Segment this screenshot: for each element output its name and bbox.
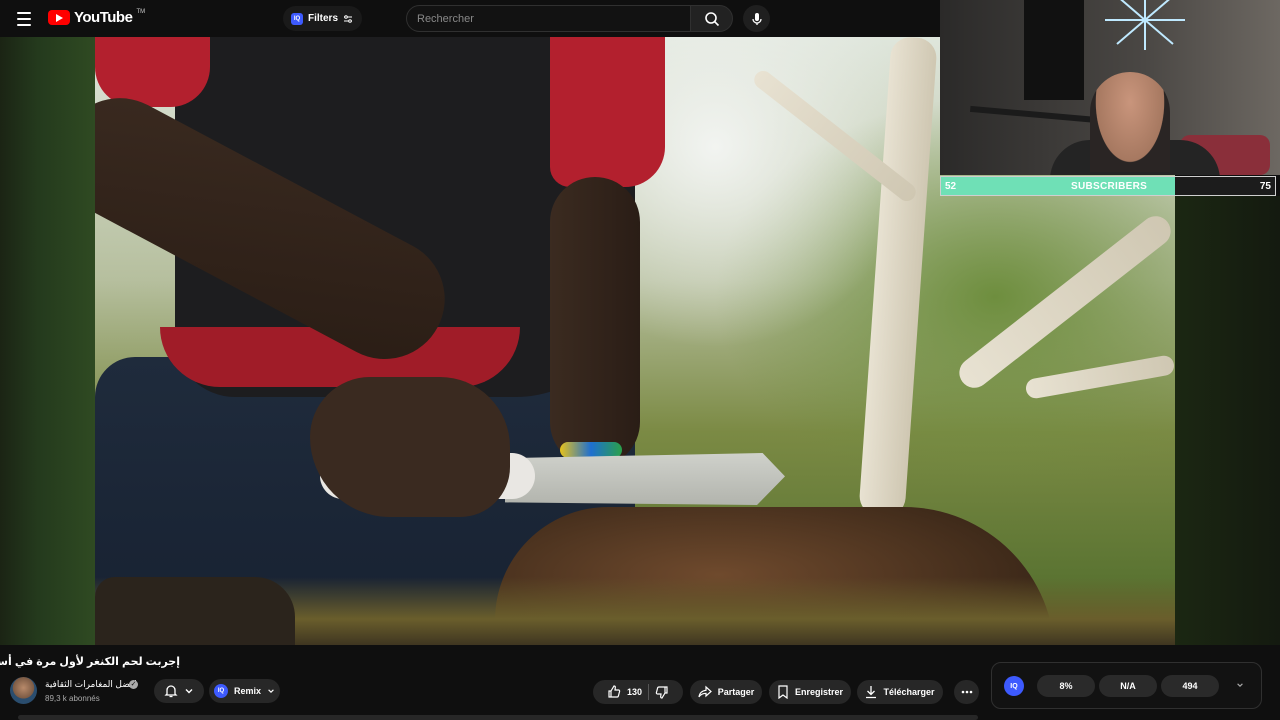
iq-stat-count: 494 [1161,675,1219,697]
save-label: Enregistrer [794,687,844,697]
logo-tm: TM [136,8,146,15]
save-button[interactable]: Enregistrer [769,680,851,704]
led-light-icon [1105,0,1185,50]
iq-stat-na: N/A [1099,675,1157,697]
download-button[interactable]: Télécharger [857,680,943,704]
chevron-down-icon [185,689,193,694]
chevron-down-icon[interactable] [1236,681,1244,689]
video-info: إجربت لحم الكنغر لأول مرة في أستراليا اف… [0,645,1280,720]
remix-label: Remix [233,686,261,696]
subscriber-goal-bar: 52 SUBSCRIBERS 75 [940,176,1276,196]
verified-icon: ✓ [129,680,138,689]
search-input[interactable] [406,5,691,32]
log [95,577,295,645]
bookmark-icon [778,685,788,699]
knife-blade [505,453,785,505]
search-icon [704,11,719,26]
person-hand [310,377,510,517]
streamer-face [1090,72,1170,172]
filters-button[interactable]: IQ Filters [283,6,363,31]
more-horizontal-icon [961,690,972,694]
channel-name[interactable]: افضل المغامرات الثقافية [45,679,137,690]
like-dislike-group: 130 [593,680,683,704]
share-icon [698,685,712,698]
youtube-play-icon [48,10,70,25]
iq-icon: IQ [213,684,228,698]
like-count: 130 [626,687,643,697]
notification-button[interactable] [154,679,204,703]
logo-text: YouTube [74,9,133,26]
thumbs-down-icon[interactable] [655,685,669,699]
description-divider [18,715,978,720]
sliders-icon [344,14,353,23]
goal-max: 75 [1259,181,1271,192]
share-button[interactable]: Partager [690,680,762,704]
chevron-down-icon [268,689,274,693]
like-divider [648,684,650,700]
video-backdrop-right [1175,196,1280,645]
voice-search-button[interactable] [743,5,770,32]
iq-stat-percent: 8% [1037,675,1095,697]
bell-icon [164,685,178,698]
shirt-sleeve [95,37,210,107]
tree-trunk [858,37,938,519]
iq-icon: IQ [291,12,303,25]
webcam-background-door [1024,0,1084,100]
bracelet [560,442,622,458]
masthead: YouTube TM IQ Filters [0,0,940,37]
search-button[interactable] [690,5,733,32]
filters-label: Filters [308,13,339,24]
more-actions-button[interactable] [954,680,979,704]
remix-button[interactable]: IQ Remix [209,679,280,703]
youtube-logo[interactable]: YouTube TM [48,9,145,26]
menu-icon[interactable] [12,7,36,31]
iq-logo-icon[interactable]: IQ [1004,676,1024,696]
share-label: Partager [717,687,755,697]
video-title: إجربت لحم الكنغر لأول مرة في أستراليا [0,656,180,668]
download-icon [866,686,877,699]
tree-branch [1024,354,1175,400]
microphone-arm [970,105,1110,125]
goal-label: SUBSCRIBERS [1071,181,1148,192]
download-label: Télécharger [883,687,935,697]
microphone-icon [751,12,762,25]
iq-stats-panel: IQ 8% N/A 494 [991,662,1262,709]
person-arm [550,177,640,467]
streamer-webcam [940,0,1280,175]
thumbs-up-icon[interactable] [607,685,621,699]
video-backdrop-left [0,37,95,645]
shirt-sleeve [550,37,665,187]
avatar[interactable] [10,677,37,704]
subscriber-count: 89,3 k abonnés [45,694,100,703]
goal-min: 52 [945,181,957,192]
